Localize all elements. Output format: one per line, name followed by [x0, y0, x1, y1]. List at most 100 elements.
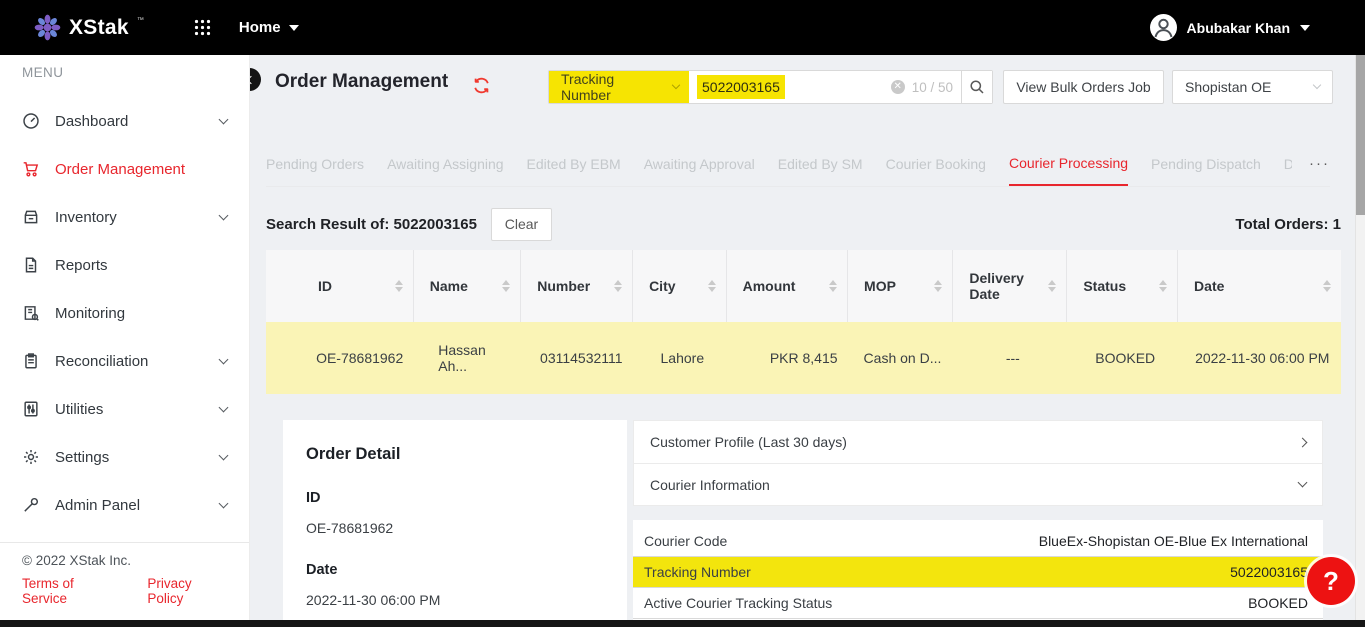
sort-icon[interactable]	[1159, 280, 1167, 292]
column-header-delivery-date[interactable]: Delivery Date	[953, 250, 1067, 322]
char-counter: 10 / 50	[912, 80, 953, 95]
tracking-status-label: Active Courier Tracking Status	[644, 595, 832, 611]
chevron-left-icon	[250, 75, 255, 83]
tab-pending-orders[interactable]: Pending Orders	[266, 141, 364, 186]
sort-icon[interactable]	[829, 280, 837, 292]
sidebar-item-label: Admin Panel	[55, 497, 140, 514]
store-icon	[22, 208, 40, 226]
chevron-down-icon	[219, 354, 229, 364]
column-header-number[interactable]: Number	[521, 250, 633, 322]
search-input[interactable]: 5022003165 ✕ 10 / 50	[689, 71, 961, 103]
sort-icon[interactable]	[395, 280, 403, 292]
monitor-icon	[22, 304, 40, 322]
customer-profile-label: Customer Profile (Last 30 days)	[650, 434, 847, 450]
order-detail-title: Order Detail	[306, 445, 604, 464]
help-button[interactable]: ?	[1307, 557, 1355, 605]
tab-awaiting-approval[interactable]: Awaiting Approval	[644, 141, 755, 186]
order-date-value: 2022-11-30 06:00 PM	[306, 592, 604, 608]
chevron-down-icon	[219, 498, 229, 508]
column-header-amount[interactable]: Amount	[726, 250, 847, 322]
tab-edited-by-ebm[interactable]: Edited By EBM	[527, 141, 621, 186]
courier-panel: Customer Profile (Last 30 days) Courier …	[633, 420, 1323, 620]
sort-icon[interactable]	[1048, 280, 1056, 292]
menu-label: MENU	[0, 55, 249, 80]
chevron-down-icon	[1313, 81, 1321, 89]
more-tabs-button[interactable]: ···	[1309, 155, 1330, 172]
tracking-number-row: Tracking Number 5022003165	[633, 557, 1323, 588]
xstak-logo-icon	[34, 14, 61, 41]
clear-search-button[interactable]: Clear	[491, 208, 552, 241]
app-grid-icon[interactable]	[194, 19, 211, 36]
store-selector[interactable]: Shopistan OE	[1172, 70, 1333, 104]
home-menu[interactable]: Home	[239, 19, 299, 36]
privacy-policy-link[interactable]: Privacy Policy	[147, 576, 227, 606]
cell-id: OE-78681962	[266, 322, 413, 394]
courier-information-card: Courier Code BlueEx-Shopistan OE-Blue Ex…	[633, 520, 1323, 620]
customer-profile-accordion[interactable]: Customer Profile (Last 30 days)	[634, 421, 1322, 463]
sort-icon[interactable]	[502, 280, 510, 292]
table-row[interactable]: OE-78681962 Hassan Ah... 03114532111 Lah…	[266, 322, 1341, 394]
orders-table: ID Name Number City Amount MOP Delivery …	[266, 250, 1341, 394]
gauge-icon	[22, 112, 40, 130]
tab-awaiting-assigning[interactable]: Awaiting Assigning	[387, 141, 503, 186]
cell-delivery-date: ---	[953, 322, 1067, 394]
brand-trademark: ™	[137, 17, 144, 24]
tab-courier-booking[interactable]: Courier Booking	[886, 141, 986, 186]
tab-courier-processing[interactable]: Courier Processing	[1009, 141, 1128, 186]
courier-information-accordion[interactable]: Courier Information	[634, 463, 1322, 505]
gear-icon	[22, 448, 40, 466]
courier-code-value: BlueEx-Shopistan OE-Blue Ex Internationa…	[1039, 533, 1308, 549]
tracking-status-value: BOOKED	[1248, 595, 1308, 611]
cell-city: Lahore	[633, 322, 727, 394]
sort-icon[interactable]	[1323, 280, 1331, 292]
document-icon	[22, 256, 40, 274]
clear-input-icon[interactable]: ✕	[891, 80, 905, 94]
sort-icon[interactable]	[934, 280, 942, 292]
chevron-down-icon	[219, 114, 229, 124]
search-result-summary: Search Result of: 5022003165	[266, 216, 477, 233]
sidebar-item-reconciliation[interactable]: Reconciliation	[0, 337, 249, 385]
sidebar-item-inventory[interactable]: Inventory	[0, 193, 249, 241]
sidebar-item-order-management[interactable]: Order Management	[0, 145, 249, 193]
vertical-scrollbar[interactable]	[1355, 55, 1365, 620]
tab-pending-dispatch[interactable]: Pending Dispatch	[1151, 141, 1261, 186]
refresh-icon[interactable]	[472, 76, 491, 95]
home-label: Home	[239, 19, 281, 36]
column-header-name[interactable]: Name	[413, 250, 521, 322]
chevron-down-icon	[219, 450, 229, 460]
column-header-mop[interactable]: MOP	[848, 250, 953, 322]
sliders-icon	[22, 400, 40, 418]
search-type-select[interactable]: Tracking Number	[549, 71, 689, 103]
sidebar-item-monitoring[interactable]: Monitoring	[0, 289, 249, 337]
sidebar-item-utilities[interactable]: Utilities	[0, 385, 249, 433]
sort-icon[interactable]	[708, 280, 716, 292]
clipboard-icon	[22, 352, 40, 370]
column-header-id[interactable]: ID	[266, 250, 413, 322]
tab-edited-by-sm[interactable]: Edited By SM	[778, 141, 863, 186]
sidebar-item-reports[interactable]: Reports	[0, 241, 249, 289]
view-bulk-orders-job-button[interactable]: View Bulk Orders Job	[1003, 70, 1164, 104]
column-header-city[interactable]: City	[633, 250, 727, 322]
wrench-icon	[22, 496, 40, 514]
terms-of-service-link[interactable]: Terms of Service	[22, 576, 117, 606]
sidebar-item-dashboard[interactable]: Dashboard	[0, 97, 249, 145]
sort-icon[interactable]	[614, 280, 622, 292]
user-menu[interactable]: Abubakar Khan	[1150, 14, 1310, 41]
column-header-date[interactable]: Date	[1178, 250, 1341, 322]
search-button[interactable]	[961, 71, 992, 103]
tracking-number-label: Tracking Number	[644, 564, 751, 580]
sidebar-item-admin-panel[interactable]: Admin Panel	[0, 481, 249, 529]
tab-dispatched[interactable]: Dis	[1284, 141, 1292, 186]
main-content: Order Management Tracking Number 5022003…	[250, 55, 1365, 620]
column-header-status[interactable]: Status	[1067, 250, 1178, 322]
courier-information-label: Courier Information	[650, 477, 770, 493]
sidebar: MENU Dashboard Order Management	[0, 55, 250, 620]
scrollbar-thumb[interactable]	[1356, 55, 1365, 215]
table-header-row: ID Name Number City Amount MOP Delivery …	[266, 250, 1341, 322]
sidebar-collapse-button[interactable]	[250, 68, 261, 91]
brand-name: XStak	[69, 16, 129, 40]
sidebar-item-settings[interactable]: Settings	[0, 433, 249, 481]
chevron-down-icon	[219, 402, 229, 412]
sidebar-item-label: Utilities	[55, 401, 103, 418]
search-icon	[969, 79, 985, 95]
